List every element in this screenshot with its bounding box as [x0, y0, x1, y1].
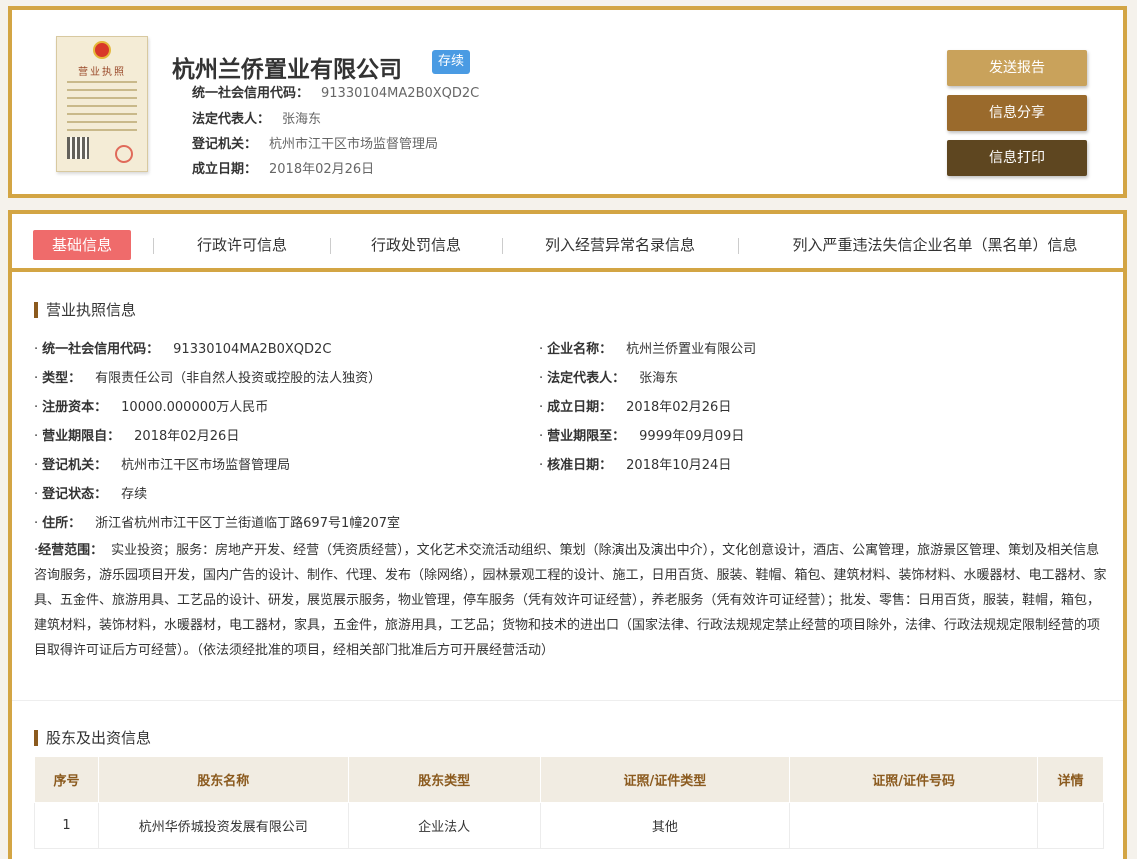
share-info-button[interactable]: 信息分享: [947, 95, 1087, 131]
field-authority: · 登记机关： 杭州市江干区市场监督管理局: [34, 458, 291, 473]
company-name: 杭州兰侨置业有限公司: [172, 57, 402, 83]
license-text-lines: [67, 81, 137, 137]
col-details: 详情: [1037, 756, 1104, 803]
meta-founded: 成立日期： 2018年02月26日: [192, 162, 375, 177]
qr-code-icon: [67, 137, 89, 159]
field-type: · 类型： 有限责任公司（非自然人投资或控股的法人独资）: [34, 371, 382, 386]
field-business-scope: ·经营范围： 实业投资；服务：房地产开发、经营（凭资质经营），文化艺术交流活动组织…: [34, 543, 1107, 658]
cell-holder-type: 企业法人: [347, 802, 541, 849]
field-address: · 住所： 浙江省杭州市江干区丁兰街道临丁路697号1幢207室: [34, 516, 401, 531]
tab-divider: [502, 238, 503, 254]
table-row: 1 杭州华侨城投资发展有限公司 企业法人 其他: [34, 802, 1104, 849]
national-emblem-icon: [93, 41, 111, 59]
col-id-type: 证照/证件类型: [539, 756, 791, 803]
status-badge: 存续: [432, 50, 470, 74]
section-title-license: 营业执照信息: [34, 302, 136, 318]
tab-divider: [153, 238, 154, 254]
send-report-button[interactable]: 发送报告: [947, 50, 1087, 86]
col-holder-type: 股东类型: [347, 756, 541, 803]
meta-authority: 登记机关： 杭州市江干区市场监督管理局: [192, 137, 439, 152]
field-legal-rep: · 法定代表人： 张海东: [539, 371, 679, 386]
field-credit-code: · 统一社会信用代码： 91330104MA2B0XQD2C: [34, 342, 332, 357]
section-title-shareholders: 股东及出资信息: [34, 730, 151, 746]
official-seal-icon: [115, 145, 133, 163]
field-founded: · 成立日期： 2018年02月26日: [539, 400, 732, 415]
tab-divider: [330, 238, 331, 254]
cell-holder-name: 杭州华侨城投资发展有限公司: [97, 802, 349, 849]
meta-credit-code: 统一社会信用代码： 91330104MA2B0XQD2C: [192, 86, 480, 101]
field-term-to: · 营业期限至： 9999年09月09日: [539, 429, 745, 444]
tab-abnormal-list[interactable]: 列入经营异常名录信息: [530, 230, 710, 260]
field-approved-date: · 核准日期： 2018年10月24日: [539, 458, 732, 473]
company-header-card: 营业执照 杭州兰侨置业有限公司 存续 统一社会信用代码： 91330104MA2B…: [8, 6, 1127, 198]
shareholder-table: 序号 股东名称 股东类型 证照/证件类型 证照/证件号码 详情 1 杭州华侨城投…: [34, 756, 1104, 849]
cell-details[interactable]: [1037, 802, 1104, 849]
tab-basic-info[interactable]: 基础信息: [33, 230, 131, 260]
print-info-button[interactable]: 信息打印: [947, 140, 1087, 176]
tab-admin-penalty[interactable]: 行政处罚信息: [354, 230, 478, 260]
tab-bar: 基础信息 行政许可信息 行政处罚信息 列入经营异常名录信息 列入严重违法失信企业…: [12, 214, 1123, 272]
cell-id-type: 其他: [539, 802, 791, 849]
col-holder-name: 股东名称: [97, 756, 349, 803]
company-detail-card: 基础信息 行政许可信息 行政处罚信息 列入经营异常名录信息 列入严重违法失信企业…: [8, 210, 1127, 859]
table-header-row: 序号 股东名称 股东类型 证照/证件类型 证照/证件号码 详情: [34, 756, 1104, 803]
meta-legal-rep: 法定代表人： 张海东: [192, 112, 322, 127]
col-index: 序号: [34, 756, 99, 803]
tab-admin-license[interactable]: 行政许可信息: [180, 230, 304, 260]
section-divider: [12, 700, 1123, 701]
field-company-name: · 企业名称： 杭州兰侨置业有限公司: [539, 342, 757, 357]
field-reg-status: · 登记状态： 存续: [34, 487, 148, 502]
field-term-from: · 营业期限自： 2018年02月26日: [34, 429, 240, 444]
cell-index: 1: [34, 802, 99, 849]
field-capital: · 注册资本： 10000.000000万人民币: [34, 400, 269, 415]
tab-blacklist[interactable]: 列入严重违法失信企业名单（黑名单）信息: [772, 230, 1098, 260]
business-license-image[interactable]: 营业执照: [56, 36, 148, 172]
license-image-title: 营业执照: [78, 67, 126, 78]
tab-divider: [738, 238, 739, 254]
cell-id-number: [789, 802, 1038, 849]
col-id-number: 证照/证件号码: [789, 756, 1038, 803]
